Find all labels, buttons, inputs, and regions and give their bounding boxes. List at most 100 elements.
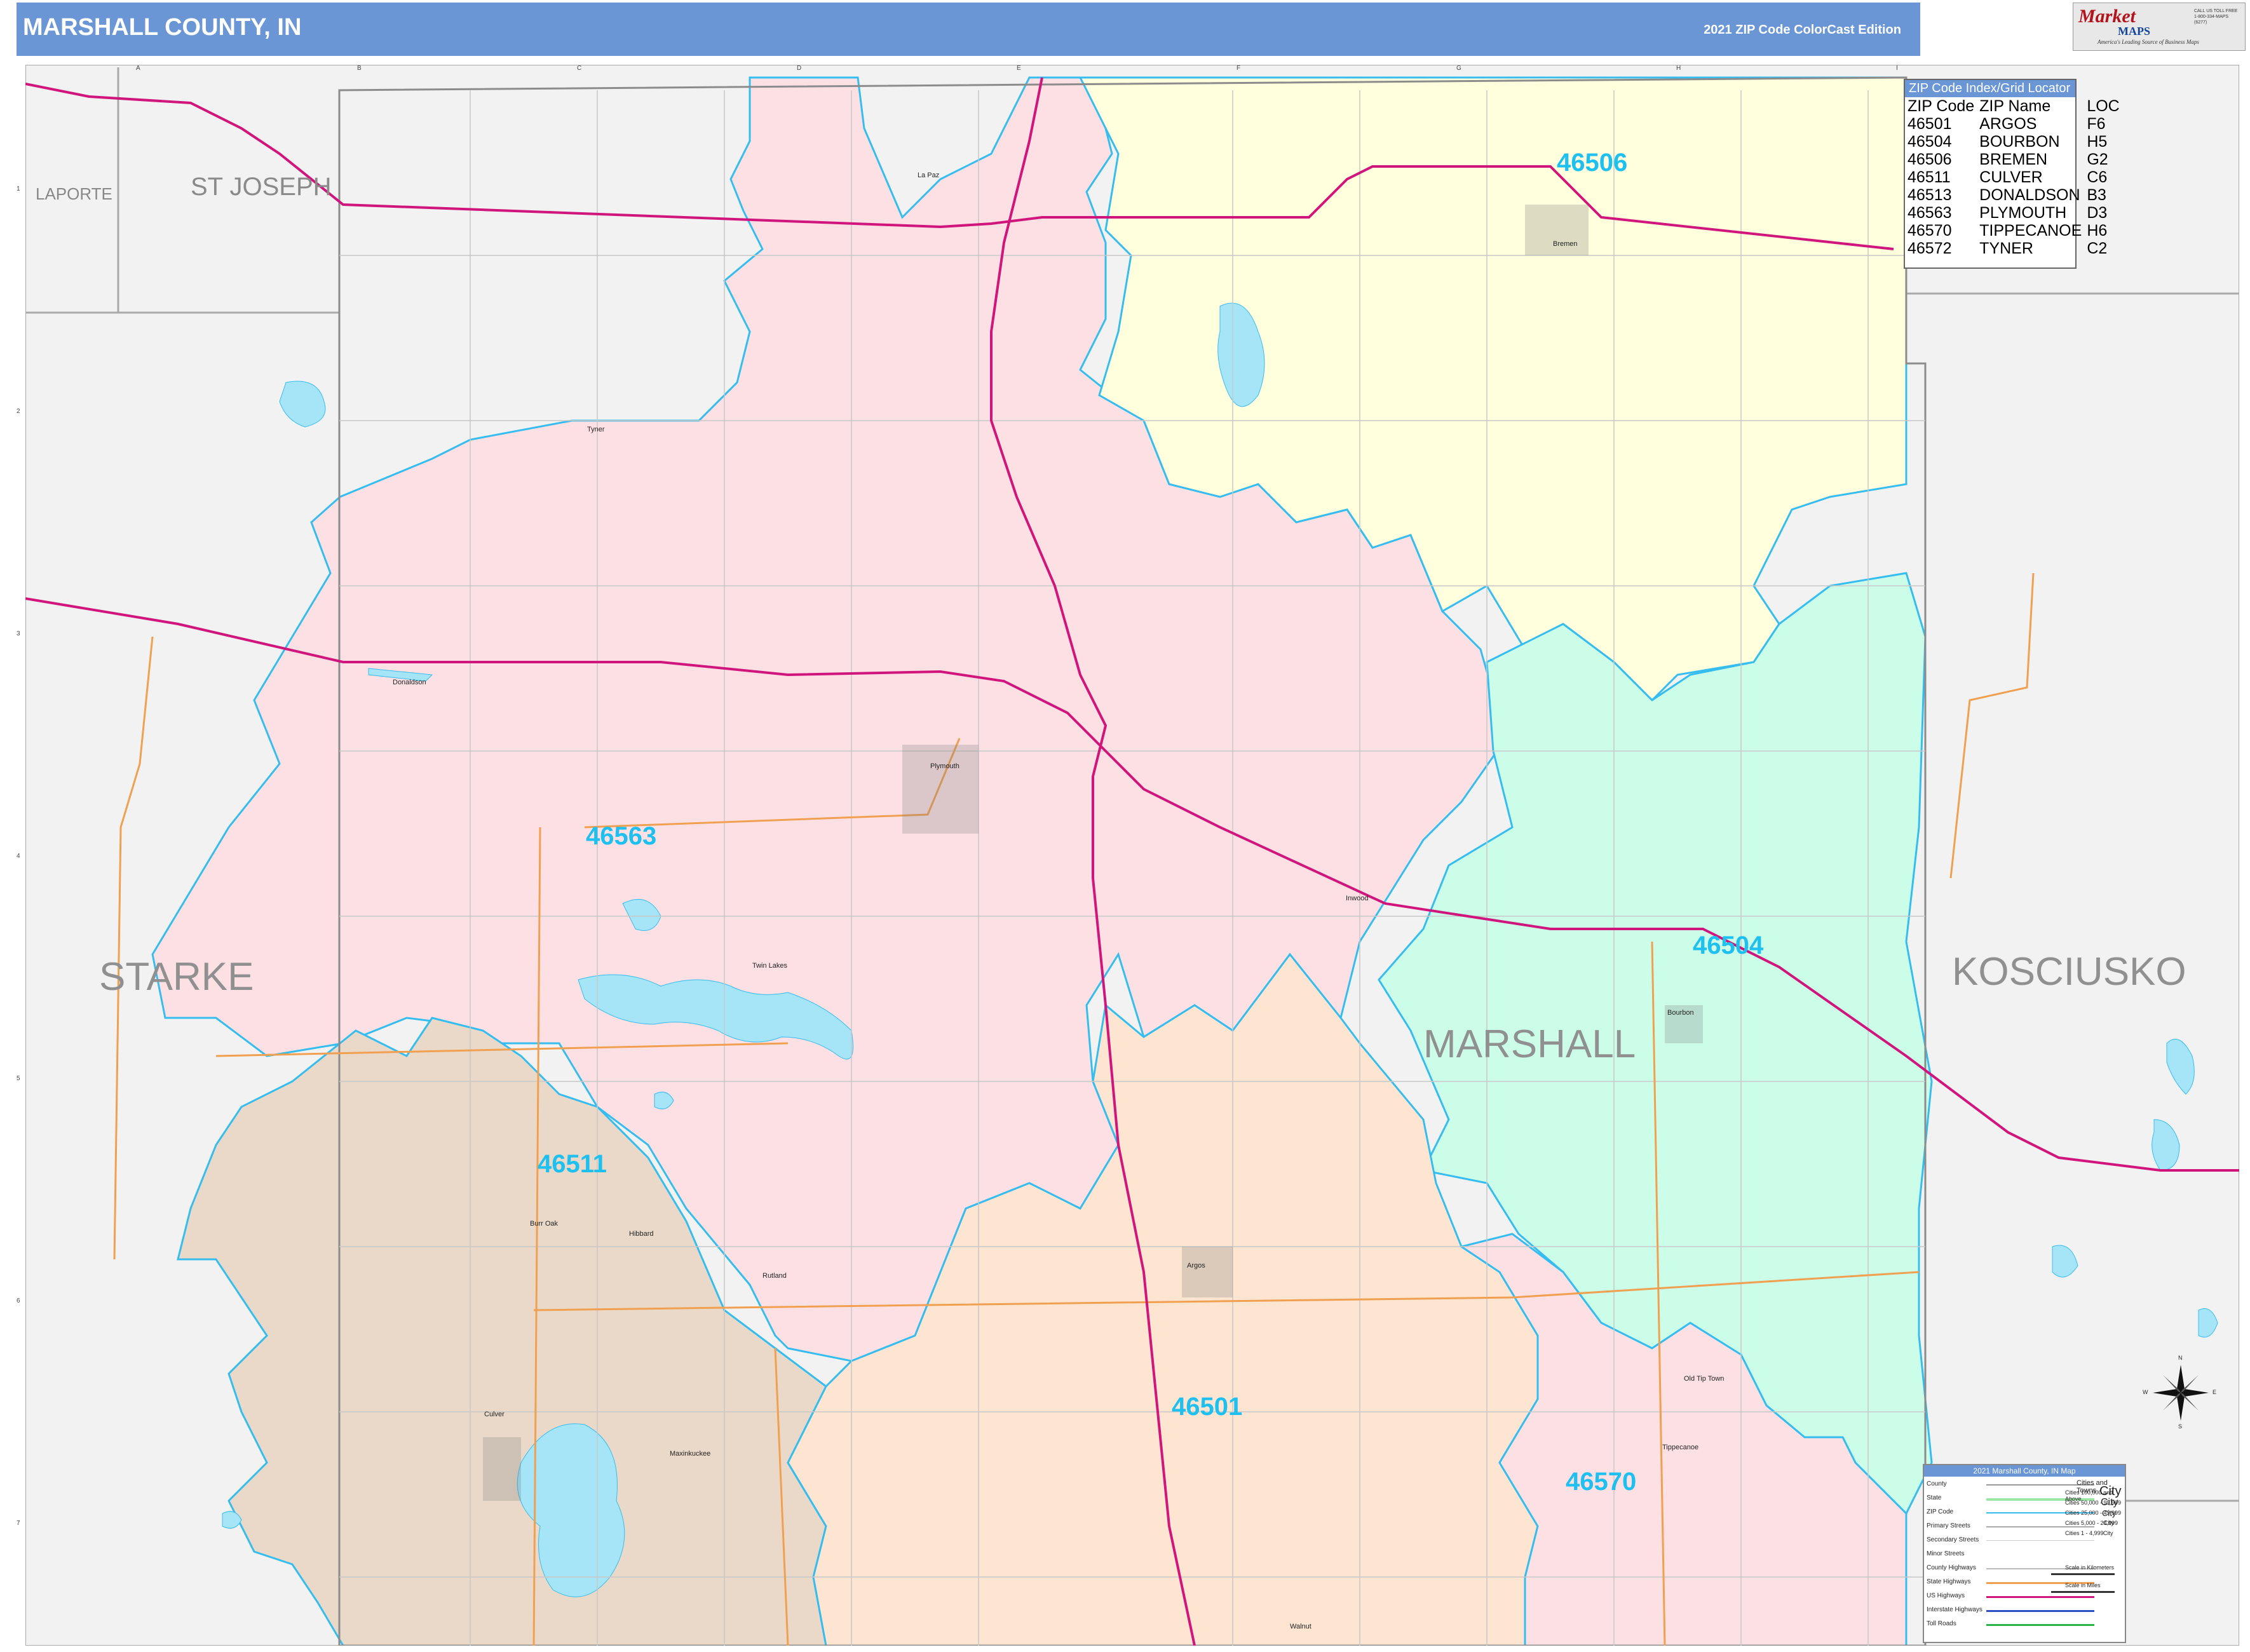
zip-index-loc: C6 [2087, 168, 2108, 186]
zip-index-code: 46513 [1908, 186, 1952, 204]
zip-index-table: ZIP Code ZIP Name LOC 46501 ARGOS F6 46504… [1905, 97, 2122, 257]
zip-index-row: 46511 CULVER C6 [1905, 168, 2122, 186]
zip-index-name: DONALDSON [1979, 186, 2080, 204]
legend-line-us-hwy [1986, 1596, 2094, 1598]
zip-index-loc: C2 [2087, 240, 2108, 257]
zip-label-46506: 46506 [1557, 149, 1628, 177]
market-maps-logo: Market MAPS America's Leading Source of … [2073, 3, 2246, 51]
town-label-hibbard: Hibbard [629, 1230, 654, 1238]
grid-col-d: D [797, 65, 802, 72]
zip-label-46563: 46563 [586, 822, 657, 850]
zip-map[interactable] [25, 65, 2239, 1646]
legend-item-us-hwy: US Highways [1927, 1592, 1965, 1599]
zip-index-panel: ZIP Code Index/Grid Locator ZIP Code ZIP… [1904, 79, 2120, 269]
zip-index-loc: H5 [2087, 133, 2108, 151]
zip-index-row: 46570 TIPPECANOE H6 [1905, 222, 2122, 240]
legend-item-zip: ZIP Code [1927, 1508, 1954, 1515]
legend-city-sample-5: City [2103, 1530, 2113, 1536]
zip-index-name: PLYMOUTH [1979, 204, 2067, 222]
legend-line-toll [1986, 1624, 2094, 1626]
town-label-argos: Argos [1187, 1262, 1205, 1269]
legend-item-secondary: Secondary Streets [1927, 1536, 1979, 1543]
zip-index-code: 46570 [1908, 222, 1952, 240]
town-label-bourbon: Bourbon [1667, 1009, 1694, 1017]
zip-index-name: BOURBON [1979, 133, 2060, 151]
legend-item-interstate: Interstate Highways [1927, 1606, 1982, 1613]
town-label-plymouth: Plymouth [930, 762, 959, 770]
legend-item-state: State [1927, 1494, 1942, 1501]
zip-index-col-zip: ZIP Code [1908, 97, 1975, 115]
compass-icon [2153, 1365, 2209, 1421]
zip-index-row: 46513 DONALDSON B3 [1905, 186, 2122, 204]
legend-item-toll: Toll Roads [1927, 1620, 1956, 1627]
grid-col-c: C [577, 65, 582, 72]
county-label-st-joseph: ST JOSEPH [191, 173, 332, 201]
legend-line-secondary [1986, 1540, 2094, 1541]
town-label-walnut: Walnut [1290, 1623, 1311, 1630]
zip-index-code: 46506 [1908, 151, 1952, 168]
town-label-old-tip-town: Old Tip Town [1684, 1375, 1725, 1383]
grid-col-b: B [357, 65, 362, 72]
logo-mark: Market [2078, 6, 2136, 27]
zip-index-code: 46511 [1908, 168, 1951, 186]
legend-city-sample-4: City [2103, 1520, 2115, 1527]
zip-index-row: 46504 BOURBON H5 [1905, 133, 2122, 151]
compass-n: N [2178, 1355, 2183, 1361]
zip-label-46511: 46511 [538, 1150, 607, 1178]
county-label-marshall: MARSHALL [1423, 1022, 1636, 1066]
map-frame[interactable]: 46506 46563 46504 46511 46501 46570 STAR… [17, 65, 2239, 1646]
county-label-kosciusko: KOSCIUSKO [1952, 950, 2186, 994]
grid-col-i: I [1896, 65, 1898, 72]
legend-scale-km: Scale in Kilometers [2065, 1564, 2115, 1571]
zip-label-46501: 46501 [1172, 1393, 1243, 1421]
town-label-burr-oak: Burr Oak [530, 1220, 559, 1228]
map-header: MARSHALL COUNTY, IN 2021 ZIP Code ColorC… [17, 3, 1920, 56]
town-label-rutland: Rutland [762, 1272, 787, 1280]
county-label-laporte: LAPORTE [36, 184, 112, 203]
town-label-donaldson: Donaldson [393, 679, 426, 686]
town-label-bremen: Bremen [1553, 240, 1578, 248]
legend-scale-mi: Scale in Miles [2065, 1582, 2101, 1588]
zip-index-name: ARGOS [1979, 115, 2037, 133]
legend-item-state-hwy: State Highways [1927, 1578, 1971, 1585]
logo-phone: CALL US TOLL FREE 1-800-334-MAPS (6277) [2194, 9, 2238, 25]
zip-index-name: TIPPECANOE [1979, 222, 2082, 240]
zip-index-title: ZIP Code Index/Grid Locator [1905, 80, 2075, 97]
scale-bar-km [2051, 1573, 2115, 1575]
map-title: MARSHALL COUNTY, IN [23, 14, 302, 41]
zip-index-col-name: ZIP Name [1979, 97, 2051, 115]
zip-index-loc: H6 [2087, 222, 2108, 240]
compass-s: S [2178, 1423, 2183, 1430]
town-label-inwood: Inwood [1346, 895, 1369, 902]
legend-line-primary [1986, 1526, 2094, 1527]
county-label-starke: STARKE [99, 955, 254, 999]
compass-w: W [2143, 1389, 2148, 1395]
compass-rose: N S E W [2143, 1355, 2216, 1430]
zip-index-code: 46501 [1908, 115, 1952, 133]
zip-index-name: TYNER [1979, 240, 2033, 257]
legend-city-sample-3: City [2102, 1508, 2117, 1518]
grid-row-7: 7 [17, 1520, 20, 1527]
grid-row-1: 1 [17, 186, 20, 193]
town-label-la-paz: La Paz [918, 172, 940, 179]
zip-index-row: 46501 ARGOS F6 [1905, 115, 2122, 133]
zip-index-loc: G2 [2087, 151, 2108, 168]
zip-index-name: CULVER [1979, 168, 2043, 186]
grid-row-3: 3 [17, 630, 20, 637]
compass-e: E [2213, 1389, 2217, 1395]
town-label-culver: Culver [484, 1411, 505, 1418]
town-label-maxinkuckee: Maxinkuckee [670, 1450, 711, 1458]
zip-index-header-row: ZIP Code ZIP Name LOC [1905, 97, 2122, 115]
zip-label-46504: 46504 [1693, 931, 1764, 959]
zip-label-46570: 46570 [1566, 1468, 1637, 1496]
grid-row-4: 4 [17, 853, 20, 860]
zip-index-row: 46506 BREMEN G2 [1905, 151, 2122, 168]
legend-line-interstate [1986, 1610, 2094, 1612]
grid-col-a: A [136, 65, 140, 72]
logo-slogan: America's Leading Source of Business Map… [2098, 39, 2199, 45]
legend-city-sample-2: City [2101, 1497, 2118, 1508]
town-label-tyner: Tyner [587, 426, 605, 433]
map-legend-title: 2021 Marshall County, IN Map [1924, 1465, 2125, 1477]
legend-item-primary: Primary Streets [1927, 1522, 1970, 1529]
town-label-tippecanoe: Tippecanoe [1662, 1444, 1699, 1451]
